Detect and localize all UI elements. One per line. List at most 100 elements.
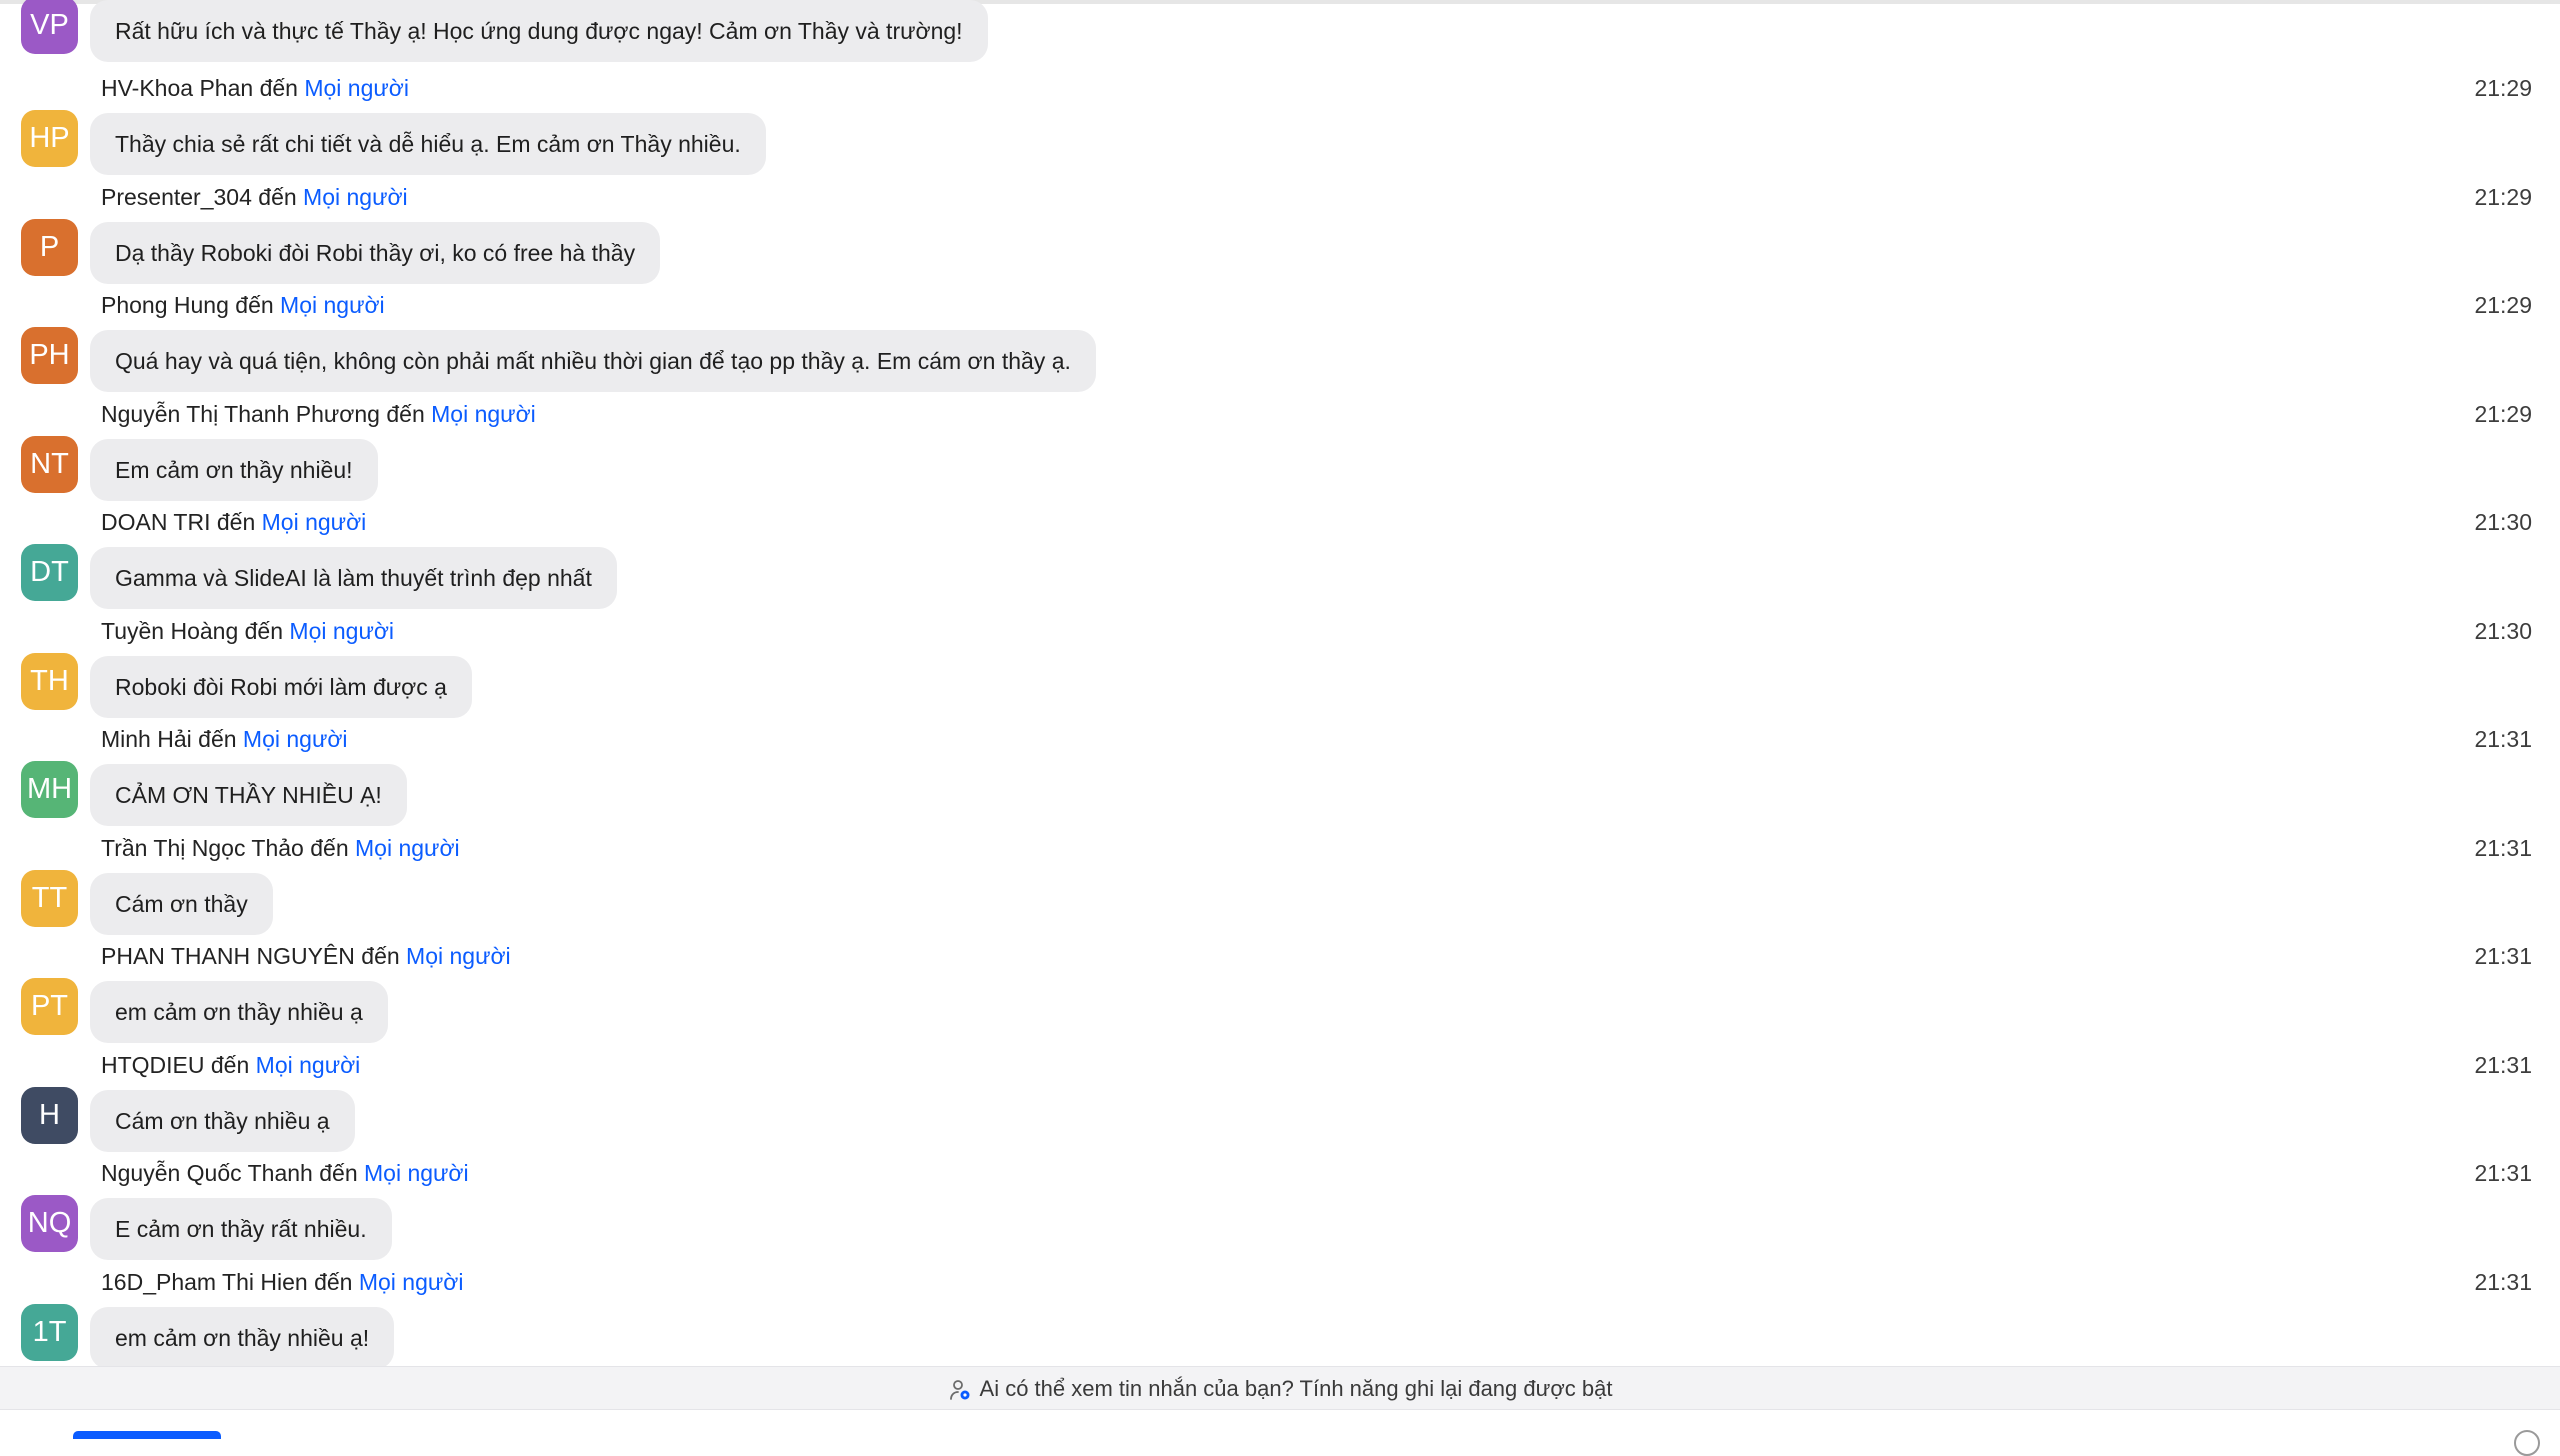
message-header: HTQDIEU đến Mọi người bbox=[101, 1048, 360, 1082]
message-header: Tuyền Hoàng đến Mọi người bbox=[101, 614, 394, 648]
recipient-link[interactable]: Mọi người bbox=[256, 1052, 361, 1078]
chat-message: NT Nguyễn Thị Thanh Phương đến Mọi người… bbox=[0, 397, 2560, 505]
sender-name[interactable]: 16D_Pham Thi Hien bbox=[101, 1269, 308, 1295]
avatar-initials: TT bbox=[31, 882, 68, 914]
avatar-initials: PH bbox=[29, 339, 70, 371]
chat-message: H HTQDIEU đến Mọi người 21:31 Cám ơn thầ… bbox=[0, 1048, 2560, 1156]
message-bubble[interactable]: Thầy chia sẻ rất chi tiết và dễ hiểu ạ. … bbox=[90, 113, 766, 175]
chat-message-list[interactable]: VP Rất hữu ích và thực tế Thầy ạ! Học ứn… bbox=[0, 0, 2560, 1366]
recording-notice[interactable]: Ai có thể xem tin nhắn của bạn? Tính năn… bbox=[0, 1367, 2560, 1411]
chat-message: P Presenter_304 đến Mọi người 21:29 Dạ t… bbox=[0, 180, 2560, 288]
recipient-link[interactable]: Mọi người bbox=[431, 401, 536, 427]
recipient-link[interactable]: Mọi người bbox=[406, 943, 511, 969]
avatar[interactable]: PT bbox=[21, 978, 78, 1035]
sender-name[interactable]: Minh Hải bbox=[101, 726, 192, 752]
message-bubble[interactable]: E cảm ơn thầy rất nhiều. bbox=[90, 1198, 392, 1260]
to-word: đến bbox=[259, 75, 298, 101]
avatar-initials: H bbox=[39, 1099, 60, 1131]
recipient-link[interactable]: Mọi người bbox=[304, 75, 409, 101]
message-bubble[interactable]: Cám ơn thầy bbox=[90, 873, 273, 935]
avatar[interactable]: PH bbox=[21, 327, 78, 384]
avatar[interactable]: P bbox=[21, 219, 78, 276]
avatar-initials: PT bbox=[30, 990, 69, 1022]
chat-message: NQ Nguyễn Quốc Thanh đến Mọi người 21:31… bbox=[0, 1156, 2560, 1264]
message-time: 21:31 bbox=[2474, 726, 2532, 752]
message-bubble[interactable]: Dạ thầy Roboki đòi Robi thầy ơi, ko có f… bbox=[90, 222, 661, 284]
message-bubble[interactable]: CẢM ƠN THẦY NHIỀU Ạ! bbox=[90, 764, 407, 826]
sender-name[interactable]: Nguyễn Thị Thanh Phương bbox=[101, 401, 380, 427]
message-time: 21:31 bbox=[2474, 1160, 2532, 1186]
message-time: 21:31 bbox=[2474, 1269, 2532, 1295]
emoji-icon[interactable] bbox=[2514, 1430, 2540, 1456]
to-word: đến bbox=[216, 509, 256, 535]
message-header: Minh Hải đến Mọi người bbox=[101, 722, 348, 756]
recipient-link[interactable]: Mọi người bbox=[364, 1160, 469, 1186]
chat-message: MH Minh Hải đến Mọi người 21:31 CẢM ƠN T… bbox=[0, 722, 2560, 830]
recipient-link[interactable]: Mọi người bbox=[280, 292, 385, 318]
recording-notice-bar[interactable]: Ai có thể xem tin nhắn của bạn? Tính năn… bbox=[0, 1366, 2560, 1410]
recipient-link[interactable]: Mọi người bbox=[262, 509, 367, 535]
sender-name[interactable]: Phong Hung bbox=[101, 292, 229, 318]
sender-name[interactable]: Tuyền Hoàng bbox=[101, 618, 238, 644]
avatar[interactable]: TT bbox=[21, 870, 78, 927]
sender-name[interactable]: Presenter_304 bbox=[101, 184, 252, 210]
chat-message: TT Trần Thị Ngọc Thảo đến Mọi người 21:3… bbox=[0, 831, 2560, 939]
message-bubble[interactable]: Em cảm ơn thầy nhiều! bbox=[90, 439, 378, 501]
recipient-link[interactable]: Mọi người bbox=[303, 184, 408, 210]
recipient-link[interactable]: Mọi người bbox=[289, 618, 394, 644]
message-time: 21:30 bbox=[2474, 618, 2532, 644]
chat-message: TH Tuyền Hoàng đến Mọi người 21:30 Robok… bbox=[0, 614, 2560, 722]
message-bubble[interactable]: Cám ơn thầy nhiều ạ bbox=[90, 1090, 355, 1152]
to-word: đến bbox=[235, 292, 274, 318]
avatar[interactable]: VP bbox=[21, 0, 78, 54]
message-header: HV-Khoa Phan đến Mọi người bbox=[101, 71, 409, 105]
avatar-initials: P bbox=[39, 231, 60, 263]
chat-message: 1T 16D_Pham Thi Hien đến Mọi người 21:31… bbox=[0, 1265, 2560, 1366]
message-time: 21:29 bbox=[2474, 401, 2532, 427]
sender-name[interactable]: HTQDIEU bbox=[101, 1052, 205, 1078]
message-bubble[interactable]: Roboki đòi Robi mới làm được ạ bbox=[90, 656, 472, 718]
avatar[interactable]: TH bbox=[21, 653, 78, 710]
person-eye-icon bbox=[949, 1380, 970, 1401]
avatar[interactable]: HP bbox=[21, 110, 78, 167]
message-time: 21:29 bbox=[2474, 184, 2532, 210]
avatar[interactable]: 1T bbox=[21, 1304, 78, 1361]
message-bubble[interactable]: Quá hay và quá tiện, không còn phải mất … bbox=[90, 330, 1096, 392]
to-word: đến bbox=[310, 835, 349, 861]
avatar-initials: MH bbox=[26, 773, 73, 805]
avatar-initials: HP bbox=[29, 122, 70, 154]
message-header: Phong Hung đến Mọi người bbox=[101, 288, 385, 322]
message-time: 21:29 bbox=[2474, 292, 2532, 318]
message-bubble[interactable]: em cảm ơn thầy nhiều ạ! bbox=[90, 1307, 395, 1366]
chat-message: PT PHAN THANH NGUYÊN đến Mọi người 21:31… bbox=[0, 939, 2560, 1047]
avatar[interactable]: DT bbox=[21, 544, 78, 601]
avatar-initials: DT bbox=[30, 556, 69, 588]
to-word: đến bbox=[198, 726, 237, 752]
recipient-link[interactable]: Mọi người bbox=[359, 1269, 464, 1295]
recording-notice-text: Ai có thể xem tin nhắn của bạn? Tính năn… bbox=[979, 1376, 1613, 1401]
message-time: 21:31 bbox=[2474, 1052, 2532, 1078]
message-header: 16D_Pham Thi Hien đến Mọi người bbox=[101, 1265, 463, 1299]
sender-name[interactable]: Nguyễn Quốc Thanh bbox=[101, 1160, 313, 1186]
chat-message: HP HV-Khoa Phan đến Mọi người 21:29 Thầy… bbox=[0, 71, 2560, 179]
message-bubble[interactable]: em cảm ơn thầy nhiều ạ bbox=[90, 981, 388, 1043]
sender-name[interactable]: HV-Khoa Phan bbox=[101, 75, 253, 101]
message-bubble[interactable]: Rất hữu ích và thực tế Thầy ạ! Học ứng d… bbox=[90, 0, 988, 62]
avatar[interactable]: H bbox=[21, 1087, 78, 1144]
sender-name[interactable]: DOAN TRI bbox=[101, 509, 210, 535]
avatar[interactable]: MH bbox=[21, 761, 78, 818]
avatar-initials: VP bbox=[30, 9, 69, 41]
avatar[interactable]: NQ bbox=[21, 1195, 78, 1252]
sender-name[interactable]: Trần Thị Ngọc Thảo bbox=[101, 835, 304, 861]
message-bubble[interactable]: Gamma và SlideAI là làm thuyết trình đẹp… bbox=[90, 547, 617, 609]
sender-name[interactable]: PHAN THANH NGUYÊN bbox=[101, 943, 355, 969]
avatar[interactable]: NT bbox=[21, 436, 78, 493]
input-tab-indicator[interactable] bbox=[73, 1431, 221, 1439]
recipient-link[interactable]: Mọi người bbox=[243, 726, 348, 752]
message-header: Nguyễn Thị Thanh Phương đến Mọi người bbox=[101, 397, 536, 431]
message-time: 21:31 bbox=[2474, 943, 2532, 969]
message-header: Trần Thị Ngọc Thảo đến Mọi người bbox=[101, 831, 460, 865]
recipient-link[interactable]: Mọi người bbox=[355, 835, 460, 861]
message-time: 21:29 bbox=[2474, 75, 2532, 101]
to-word: đến bbox=[386, 401, 425, 427]
